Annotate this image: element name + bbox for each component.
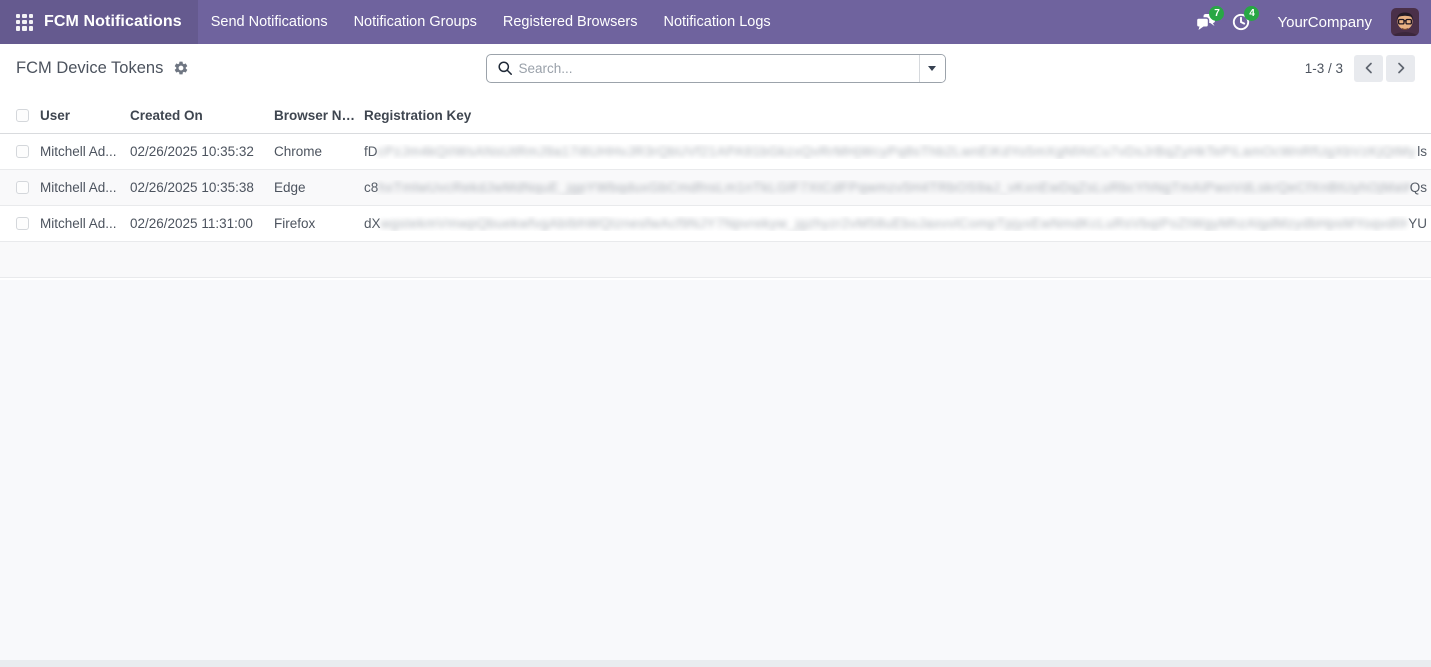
bottom-strip <box>0 660 1431 667</box>
cell-browser: Edge <box>274 179 306 195</box>
list-view: User Created On Browser Na... Registrati… <box>0 99 1431 278</box>
cell-registration-key: c8 hxTmlwUvcRekdJwMdNquE_jgpYWbqduxGbCmdf… <box>360 169 1431 205</box>
key-blurred-middle: wgstekmVmwpQbuekwfvgAbIbhWQtznesfwAcf9NJ… <box>380 215 1409 231</box>
search-input[interactable] <box>518 54 919 82</box>
cell-created-on: 02/26/2025 10:35:38 <box>130 179 254 195</box>
apps-grid-icon <box>16 13 33 31</box>
key-visible-end: ls <box>1417 143 1427 159</box>
systray: 7 4 YourCompany <box>1193 0 1431 44</box>
app-menu: Send Notifications Notification Groups R… <box>198 0 784 44</box>
gear-icon <box>175 61 188 75</box>
chevron-left-icon <box>1365 62 1372 74</box>
activities-badge: 4 <box>1244 6 1260 21</box>
pager: 1-3 / 3 <box>946 54 1415 82</box>
table-header-row: User Created On Browser Na... Registrati… <box>0 99 1431 134</box>
cell-user: Mitchell Ad... <box>40 143 117 159</box>
activities-button[interactable]: 4 <box>1228 6 1260 35</box>
menu-item-notification-logs[interactable]: Notification Logs <box>650 0 783 44</box>
cell-user: Mitchell Ad... <box>40 179 117 195</box>
row-checkbox[interactable] <box>16 144 29 158</box>
action-menu-button[interactable] <box>171 58 191 78</box>
cell-created-on: 02/26/2025 11:31:00 <box>130 215 253 231</box>
column-header-browser-name[interactable]: Browser Na... <box>270 99 360 134</box>
column-header-created-on[interactable]: Created On <box>126 99 270 134</box>
company-switcher[interactable]: YourCompany <box>1277 14 1372 31</box>
empty-row <box>0 241 1431 277</box>
page-title: FCM Device Tokens <box>16 58 164 77</box>
control-panel: FCM Device Tokens 1-3 / 3 <box>0 44 1431 92</box>
chevron-right-icon <box>1397 62 1404 74</box>
column-header-user[interactable]: User <box>36 99 126 134</box>
cell-registration-key: dX wgstekmVmwpQbuekwfvgAbIbhWQtznesfwAcf9… <box>360 205 1431 241</box>
search-icon <box>487 60 519 76</box>
cell-browser: Chrome <box>274 143 323 159</box>
view-background <box>0 280 1431 667</box>
search-filters-toggle[interactable] <box>918 54 945 82</box>
table-row[interactable]: Mitchell Ad... 02/26/2025 10:35:32 Chrom… <box>0 133 1431 169</box>
key-visible-end: YU <box>1408 215 1427 231</box>
cell-browser: Firefox <box>274 215 316 231</box>
app-name: FCM Notifications <box>44 13 182 30</box>
messages-badge: 7 <box>1209 6 1225 21</box>
cell-registration-key: fD cPzJm4kQiIWsANsUtRmJ9a17i6UHHvJR3rQbUV… <box>360 133 1431 169</box>
user-avatar[interactable] <box>1391 8 1419 36</box>
chevron-down-icon <box>928 65 936 71</box>
key-blurred-middle: cPzJm4kQiIWsANsUtRmJ9a17i6UHHvJR3rQbUVf2… <box>377 143 1418 159</box>
key-visible-end: Qs <box>1409 179 1427 195</box>
column-header-registration-key[interactable]: Registration Key <box>360 99 1431 134</box>
table-row[interactable]: Mitchell Ad... 02/26/2025 10:35:38 Edge … <box>0 169 1431 205</box>
pager-range: 1-3 / 3 <box>1304 60 1343 76</box>
avatar-image-icon <box>1391 8 1419 36</box>
search-bar <box>485 53 946 83</box>
key-visible-start: dX <box>364 215 381 231</box>
select-all-checkbox[interactable] <box>16 109 29 123</box>
pager-next-button[interactable] <box>1386 54 1415 82</box>
cell-created-on: 02/26/2025 10:35:32 <box>130 143 254 159</box>
row-checkbox[interactable] <box>16 180 29 194</box>
key-visible-start: fD <box>364 143 378 159</box>
key-blurred-middle: hxTmlwUvcRekdJwMdNquE_jgpYWbqduxGbCmdfns… <box>378 179 1409 195</box>
key-visible-start: c8 <box>364 179 379 195</box>
top-navbar: FCM Notifications Send Notifications Not… <box>0 0 1431 44</box>
row-checkbox[interactable] <box>16 216 29 230</box>
apps-menu-button[interactable]: FCM Notifications <box>0 0 198 44</box>
pager-previous-button[interactable] <box>1354 54 1383 82</box>
table-row[interactable]: Mitchell Ad... 02/26/2025 11:31:00 Firef… <box>0 205 1431 241</box>
cell-user: Mitchell Ad... <box>40 215 117 231</box>
messages-button[interactable]: 7 <box>1193 6 1225 35</box>
menu-item-send-notifications[interactable]: Send Notifications <box>198 0 341 44</box>
menu-item-registered-browsers[interactable]: Registered Browsers <box>490 0 651 44</box>
menu-item-notification-groups[interactable]: Notification Groups <box>341 0 490 44</box>
